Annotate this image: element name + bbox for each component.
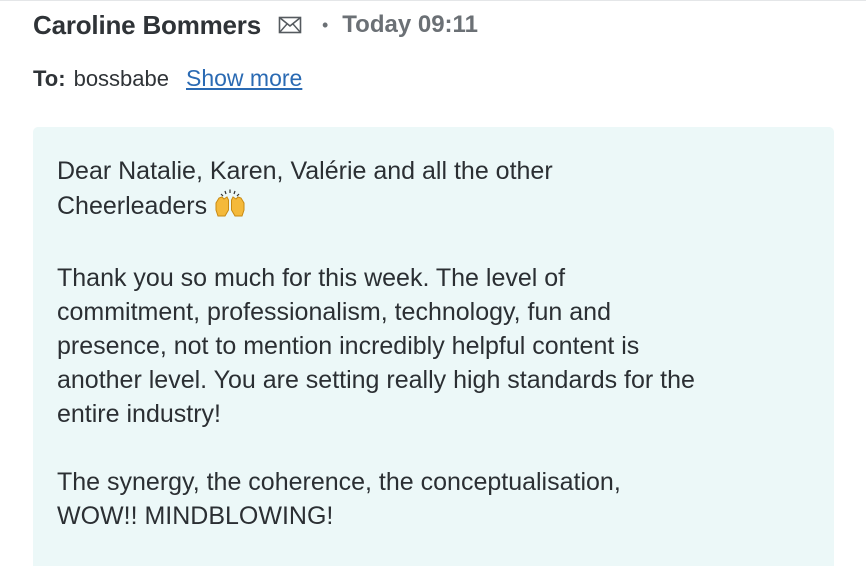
body-paragraph-2: The synergy, the coherence, the conceptu… — [57, 468, 621, 530]
raising-hands-emoji-icon — [213, 188, 247, 227]
greeting-line-1: Dear Natalie, Karen, Valérie and all the… — [57, 157, 553, 185]
header-separator: • — [321, 15, 329, 35]
recipient-name[interactable]: bossbabe — [74, 66, 169, 92]
greeting-line-2: Cheerleaders — [57, 192, 208, 220]
timestamp: Today 09:11 — [342, 11, 478, 38]
email-header: Caroline Bommers • Today 09:11 — [33, 9, 478, 41]
message-body: Dear Natalie, Karen, Valérie and all the… — [57, 154, 827, 566]
to-label: To: — [33, 66, 66, 91]
show-more-link[interactable]: Show more — [186, 65, 302, 92]
body-paragraph-1: Thank you so much for this week. The lev… — [57, 264, 695, 428]
envelope-icon[interactable] — [278, 16, 302, 34]
sender-name[interactable]: Caroline Bommers — [33, 10, 261, 41]
recipient-line: To: bossbabe Show more — [33, 65, 302, 95]
email-view: Caroline Bommers • Today 09:11 To: bossb… — [0, 0, 866, 566]
greeting-paragraph: Dear Natalie, Karen, Valérie and all the… — [57, 154, 827, 227]
top-divider — [0, 0, 866, 1]
